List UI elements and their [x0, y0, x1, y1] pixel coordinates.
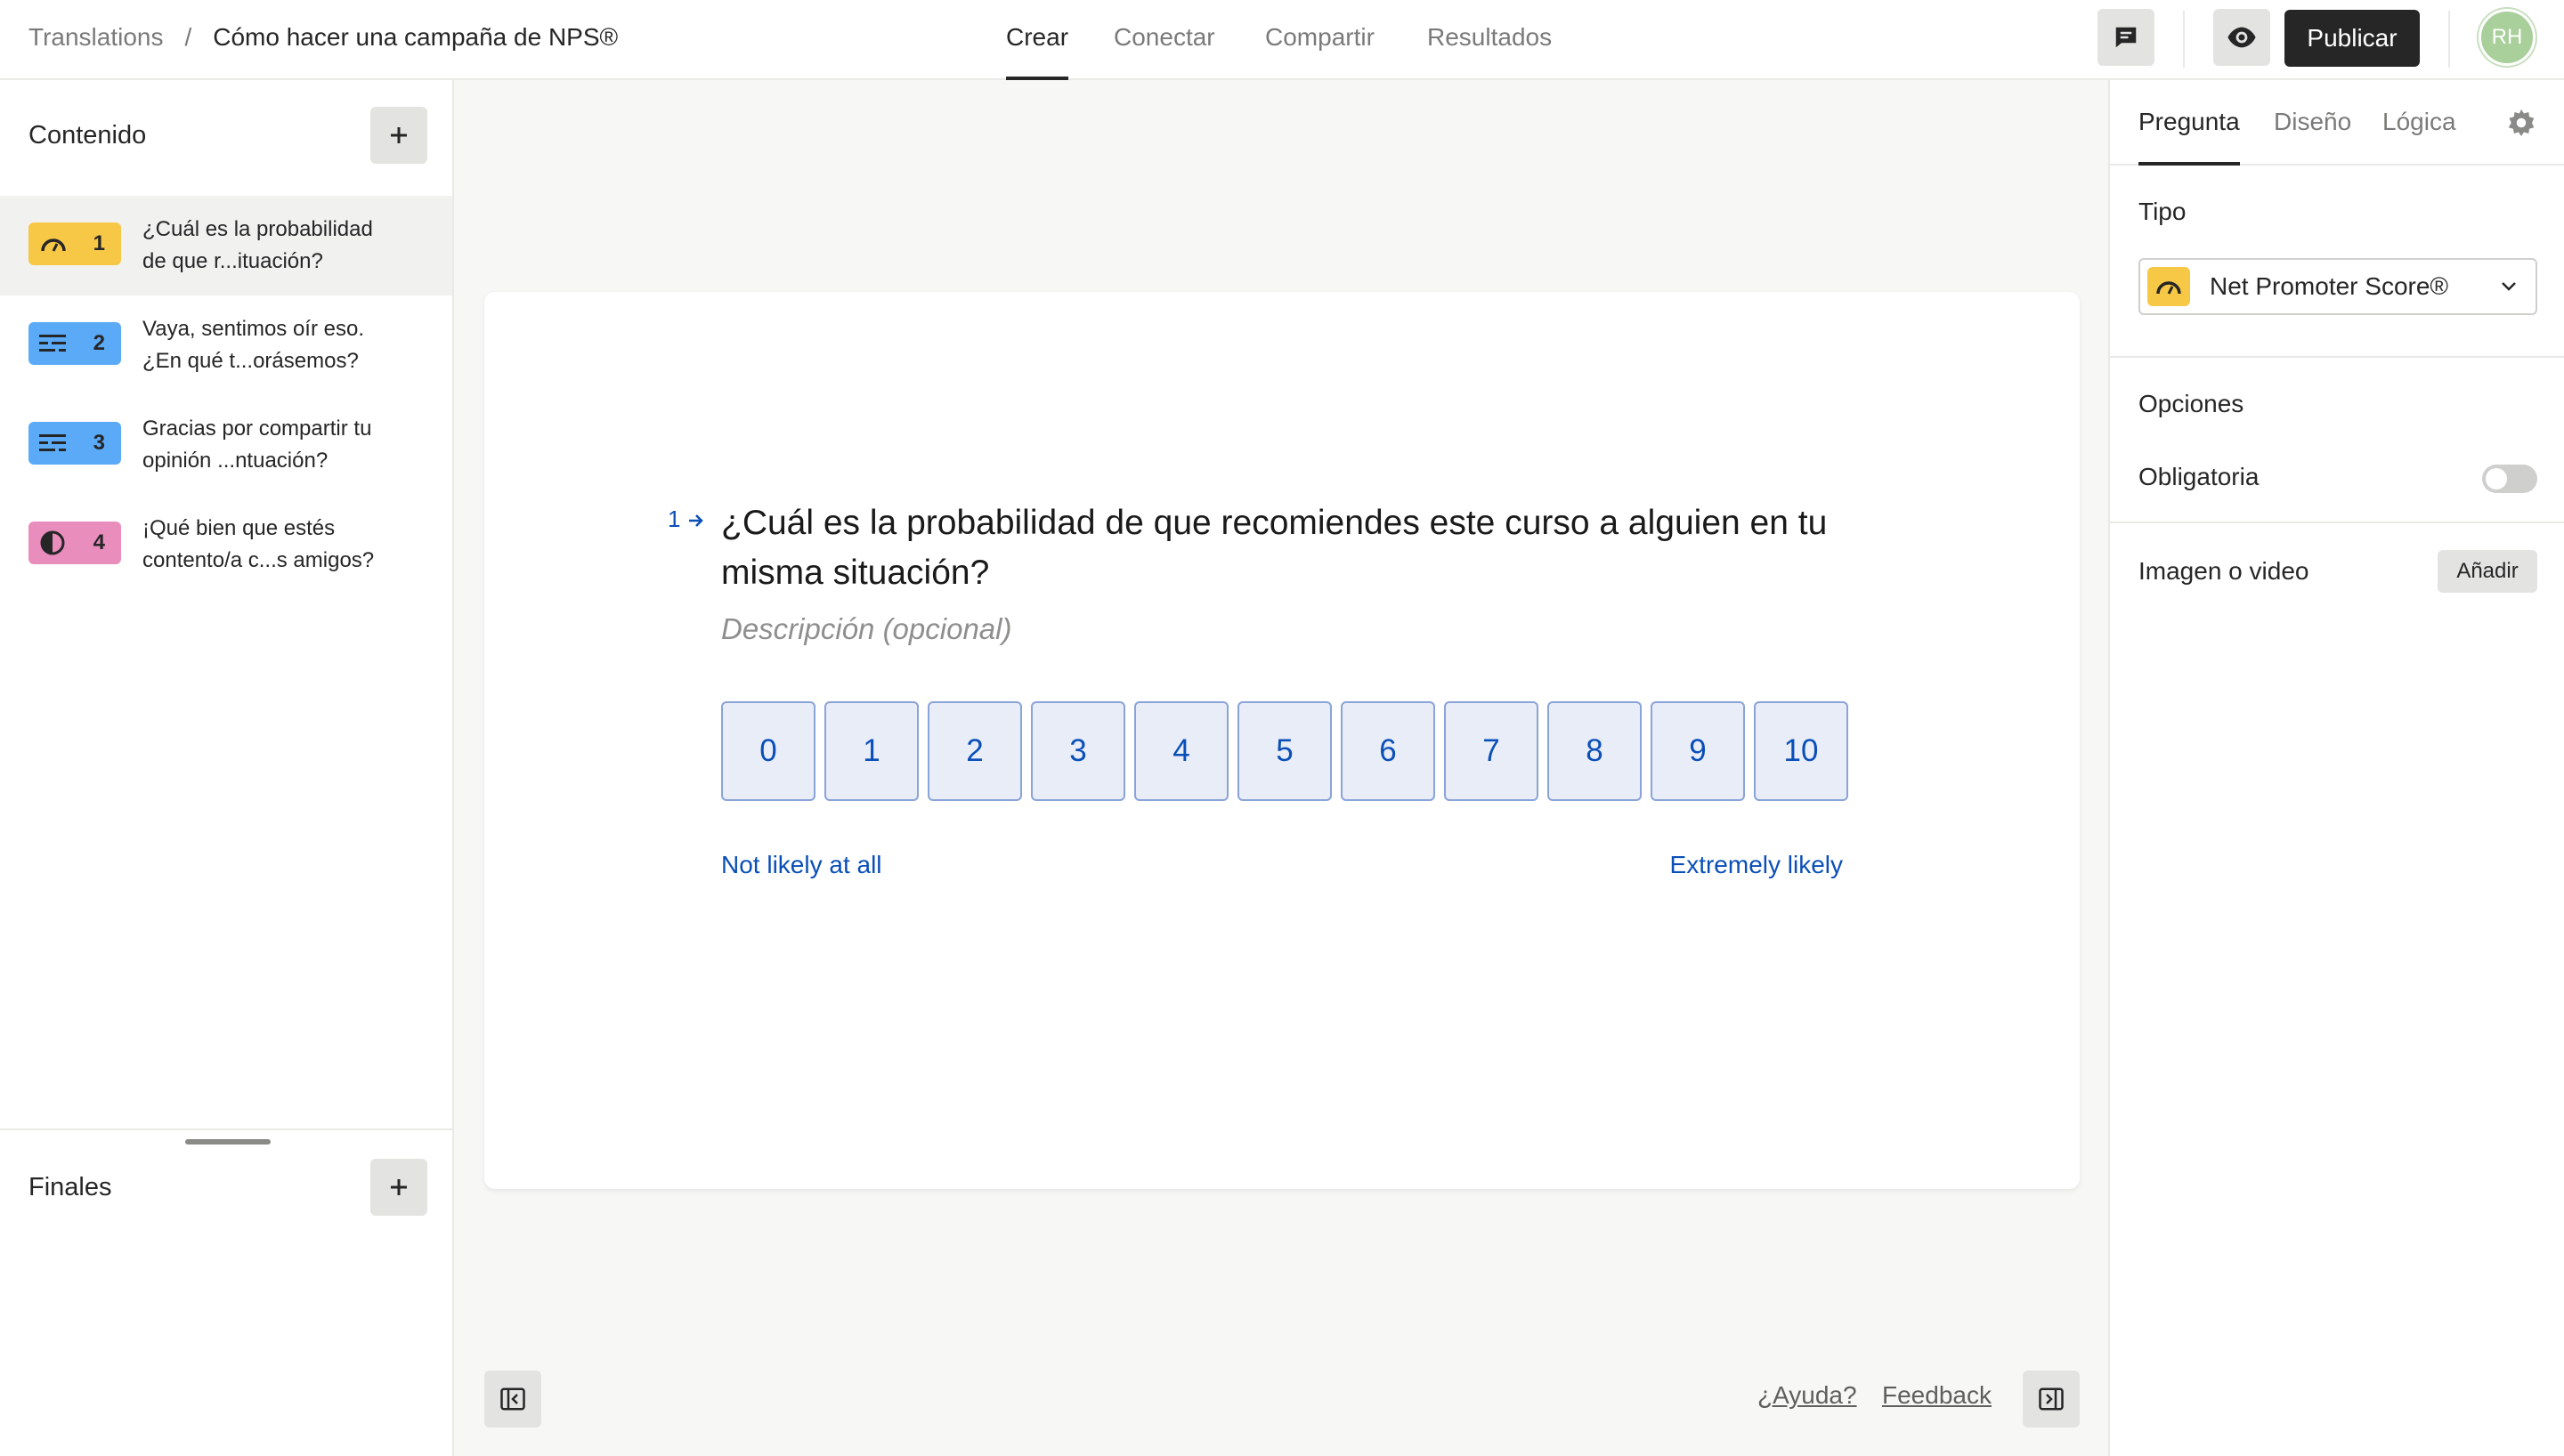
question-item[interactable]: 1 ¿Cuál es la probabilidad de que r...it…	[0, 196, 452, 295]
nps-option[interactable]: 9	[1651, 701, 1745, 801]
question-number: 2	[93, 331, 105, 355]
question-preview: Vaya, sentimos oír eso. ¿En qué t...orás…	[142, 313, 427, 377]
question-item[interactable]: 3 Gracias por compartir tu opinión ...nt…	[0, 395, 452, 495]
help-link[interactable]: ¿Ayuda?	[1757, 1381, 1857, 1410]
preview-button[interactable]	[2213, 9, 2270, 66]
resize-handle[interactable]	[185, 1139, 271, 1145]
question-number: 4	[93, 530, 105, 554]
avatar[interactable]: RH	[2479, 9, 2536, 66]
nps-option[interactable]: 4	[1134, 701, 1229, 801]
tab-resultados[interactable]: Resultados	[1427, 0, 1552, 80]
question-preview-line: de que r...ituación?	[142, 249, 323, 273]
question-type-select[interactable]: Net Promoter Score®	[2138, 258, 2537, 315]
collapse-right-panel-icon	[2039, 1387, 2064, 1411]
required-toggle[interactable]	[2482, 465, 2537, 493]
question-preview-line: ¿En qué t...orásemos?	[142, 349, 359, 373]
gear-icon[interactable]	[2505, 107, 2537, 139]
question-title[interactable]: ¿Cuál es la probabilidad de que recomien…	[721, 498, 1843, 598]
type-label: Tipo	[2138, 198, 2187, 225]
tab-crear[interactable]: Crear	[1006, 0, 1069, 80]
nps-gauge-icon	[41, 239, 66, 252]
section-divider	[0, 1128, 452, 1130]
question-canvas: 1 ¿Cuál es la probabilidad de que recomi…	[484, 292, 2080, 1189]
question-preview: ¿Cuál es la probabilidad de que r...itua…	[142, 214, 427, 278]
toggle-right-panel-button[interactable]	[2023, 1371, 2080, 1428]
question-preview-line: ¿Cuál es la probabilidad	[142, 217, 373, 241]
content-header: Contenido	[0, 107, 452, 164]
add-media-button[interactable]: Añadir	[2438, 550, 2537, 593]
eye-icon	[2227, 27, 2256, 48]
question-preview-line: contento/a c...s amigos?	[142, 548, 375, 572]
toggle-left-panel-button[interactable]	[484, 1371, 541, 1428]
tab-pregunta[interactable]: Pregunta	[2138, 80, 2240, 166]
endings-header: Finales	[0, 1159, 452, 1216]
question-type-badge: 1	[28, 222, 121, 265]
question-type-badge: 4	[28, 522, 121, 564]
nps-option[interactable]: 5	[1237, 701, 1332, 801]
question-preview-line: Gracias por compartir tu	[142, 417, 372, 441]
question-type-badge: 3	[28, 422, 121, 465]
nps-option[interactable]: 2	[928, 701, 1022, 801]
settings-tabs: Pregunta Diseño Lógica	[2110, 80, 2564, 166]
tab-logica[interactable]: Lógica	[2382, 80, 2456, 166]
question-type-value: Net Promoter Score®	[2210, 272, 2449, 300]
toolbar-divider	[2448, 11, 2450, 68]
description-input[interactable]: Descripción (opcional)	[721, 612, 1011, 646]
arrow-right-icon	[688, 514, 703, 528]
toggle-knob	[2486, 468, 2507, 489]
comment-icon	[2115, 27, 2137, 48]
question-list: 1 ¿Cuál es la probabilidad de que r...it…	[0, 196, 452, 595]
nps-gauge-icon	[2147, 267, 2190, 306]
nps-option[interactable]: 10	[1754, 701, 1848, 801]
tab-compartir[interactable]: Compartir	[1265, 0, 1375, 80]
question-number: 1	[93, 231, 105, 255]
nps-option[interactable]: 3	[1031, 701, 1125, 801]
endings-title: Finales	[28, 1173, 112, 1201]
chevron-down-icon	[2502, 282, 2516, 291]
nps-option[interactable]: 8	[1547, 701, 1642, 801]
question-number: 1	[668, 506, 681, 532]
question-preview-line: opinión ...ntuación?	[142, 449, 329, 473]
plus-icon	[391, 127, 407, 143]
question-preview: Gracias por compartir tu opinión ...ntua…	[142, 413, 427, 477]
media-label: Imagen o video	[2138, 557, 2309, 585]
plus-icon	[391, 1179, 407, 1195]
question-number-marker: 1	[668, 506, 705, 533]
main-tabs: Crear Conectar Compartir Resultados	[0, 0, 2564, 80]
add-question-button[interactable]	[370, 107, 427, 164]
publish-button[interactable]: Publicar	[2284, 10, 2420, 67]
nps-option[interactable]: 1	[824, 701, 919, 801]
required-label: Obligatoria	[2138, 463, 2260, 490]
section-divider	[2110, 522, 2564, 523]
question-item[interactable]: 4 ¡Qué bien que estés contento/a c...s a…	[0, 495, 452, 595]
scale-label-right[interactable]: Extremely likely	[1670, 851, 1843, 879]
toolbar-divider	[2183, 11, 2185, 68]
nps-option[interactable]: 6	[1341, 701, 1435, 801]
tab-conectar[interactable]: Conectar	[1114, 0, 1215, 80]
options-label: Opciones	[2138, 390, 2244, 417]
nps-option[interactable]: 0	[721, 701, 815, 801]
question-preview-line: ¡Qué bien que estés	[142, 516, 336, 540]
question-type-badge: 2	[28, 322, 121, 365]
top-bar: Translations / Cómo hacer una campaña de…	[0, 0, 2564, 80]
tab-diseno[interactable]: Diseño	[2274, 80, 2351, 166]
nps-option[interactable]: 7	[1444, 701, 1538, 801]
statement-icon	[40, 530, 65, 555]
question-preview: ¡Qué bien que estés contento/a c...s ami…	[142, 513, 427, 577]
question-number: 3	[93, 431, 105, 455]
content-title: Contenido	[28, 121, 147, 150]
add-ending-button[interactable]	[370, 1159, 427, 1216]
section-divider	[2110, 356, 2564, 358]
feedback-link[interactable]: Feedback	[1882, 1381, 1992, 1410]
long-text-icon	[39, 335, 66, 352]
comments-button[interactable]	[2097, 9, 2154, 66]
question-item[interactable]: 2 Vaya, sentimos oír eso. ¿En qué t...or…	[0, 295, 452, 395]
nps-scale: 0 1 2 3 4 5 6 7 8 9 10	[721, 701, 1848, 801]
collapse-left-panel-icon	[500, 1387, 525, 1411]
long-text-icon	[39, 434, 66, 451]
question-preview-line: Vaya, sentimos oír eso.	[142, 317, 364, 341]
scale-label-left[interactable]: Not likely at all	[721, 851, 882, 879]
content-sidebar: Contenido 1 ¿Cuál es la probabilidad de …	[0, 80, 454, 1456]
settings-panel: Pregunta Diseño Lógica Tipo Net Promoter…	[2108, 80, 2564, 1456]
